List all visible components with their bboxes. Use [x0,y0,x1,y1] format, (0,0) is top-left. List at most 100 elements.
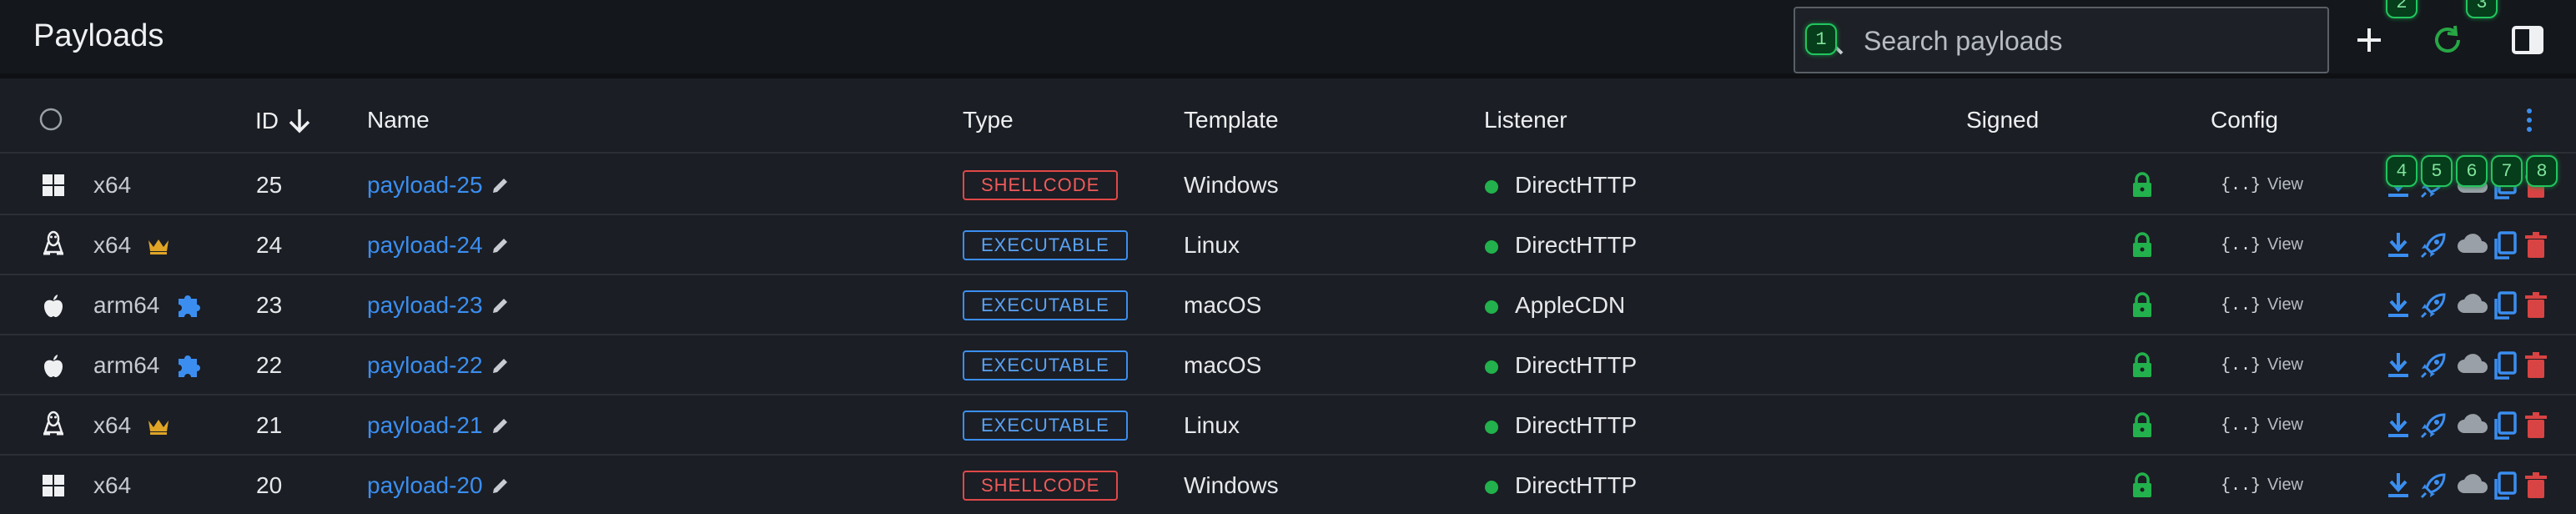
copy-icon [2491,231,2518,265]
table-row[interactable]: x64 24 payload-24 EXECUTABLE Linux DirectHTTP… [0,215,2576,275]
search-input[interactable] [1864,23,2314,58]
payload-name-link[interactable]: payload-24 [367,232,483,259]
view-config-button[interactable]: {..} View [2221,355,2303,375]
column-listener-header[interactable]: Listener [1484,107,1567,134]
upload-cloud-button[interactable] [2456,471,2489,501]
payload-name-link[interactable]: payload-25 [367,172,483,199]
delete-button[interactable] [2524,291,2548,324]
rocket-icon [2419,233,2448,263]
copy-icon [2491,471,2518,505]
edit-icon[interactable] [491,235,511,260]
payload-id: 25 [256,172,283,198]
download-icon [2386,413,2411,443]
table-row[interactable]: x64 21 payload-21 EXECUTABLE Linux DirectHTTP… [0,396,2576,456]
upload-cloud-button[interactable] [2456,411,2489,441]
column-config-header[interactable]: Config [2211,107,2278,134]
trash-icon [2524,292,2548,323]
listener-status-dot [1485,360,1498,374]
table-row[interactable]: arm64 23 payload-23 EXECUTABLE macOS AppleCDN… [0,275,2576,335]
table-row[interactable]: x64 25 payload-25 SHELLCODE Windows DirectHTT… [0,155,2576,215]
listener-status-dot [1485,481,1498,494]
cloud-icon [2456,354,2489,380]
download-button[interactable] [2386,411,2411,444]
rocket-icon [2419,173,2448,203]
download-button[interactable] [2386,231,2411,264]
braces-icon: {..} [2221,356,2262,375]
column-signed-header[interactable]: Signed [1966,107,2039,134]
braces-icon: {..} [2221,176,2262,195]
braces-icon: {..} [2221,296,2262,315]
copy-button[interactable] [2491,231,2518,265]
add-button[interactable] [2347,18,2391,62]
download-button[interactable] [2386,291,2411,324]
column-template-header[interactable]: Template [1184,107,1279,134]
delete-button[interactable] [2524,231,2548,264]
apple-icon [42,354,65,383]
deploy-button[interactable] [2419,411,2448,444]
edit-icon[interactable] [491,355,511,380]
upload-cloud-button[interactable] [2456,291,2489,320]
select-all-checkbox[interactable] [38,107,63,132]
view-config-button[interactable]: {..} View [2221,295,2303,315]
listener-label: DirectHTTP [1515,352,1638,378]
payload-name-link[interactable]: payload-23 [367,292,483,319]
view-config-button[interactable]: {..} View [2221,175,2303,195]
toggle-panel-button[interactable] [2506,18,2549,62]
deploy-button[interactable] [2419,351,2448,384]
refresh-button[interactable] [2426,18,2469,62]
trash-icon [2524,172,2548,203]
column-id-header[interactable]: ID [255,107,312,134]
edit-icon[interactable] [491,175,511,199]
view-config-button[interactable]: {..} View [2221,416,2303,436]
delete-button[interactable] [2524,411,2548,444]
payload-id: 24 [256,232,283,258]
braces-icon: {..} [2221,476,2262,496]
cloud-icon [2456,174,2489,199]
copy-button[interactable] [2491,411,2518,446]
column-name-header[interactable]: Name [367,107,430,134]
table-row[interactable]: x64 20 payload-20 SHELLCODE Windows DirectHTT… [0,456,2576,514]
copy-button[interactable] [2491,291,2518,325]
deploy-button[interactable] [2419,291,2448,324]
lock-icon [2131,292,2154,323]
column-menu-icon[interactable] [2523,107,2536,134]
hint-badge: 8 [2526,155,2558,187]
braces-icon: {..} [2221,416,2262,436]
template-label: Linux [1184,232,1240,258]
deploy-button[interactable] [2419,471,2448,504]
view-config-button[interactable]: {..} View [2221,235,2303,255]
payload-name-link[interactable]: payload-21 [367,412,483,439]
copy-button[interactable] [2491,471,2518,506]
arch-label: x64 [93,232,132,258]
payload-name-link[interactable]: payload-20 [367,472,483,499]
copy-button[interactable] [2491,351,2518,386]
deploy-button[interactable] [2419,231,2448,264]
view-config-button[interactable]: {..} View [2221,476,2303,496]
delete-button[interactable] [2524,351,2548,384]
cloud-icon [2456,234,2489,260]
delete-button[interactable] [2524,471,2548,504]
rocket-icon [2419,353,2448,383]
upload-cloud-button[interactable] [2456,231,2489,260]
hint-badge: 5 [2421,155,2453,187]
braces-icon: {..} [2221,236,2262,255]
download-button[interactable] [2386,471,2411,504]
listener-status-dot [1485,180,1498,194]
edit-icon[interactable] [491,476,511,500]
listener-label: AppleCDN [1515,292,1626,318]
cloud-icon [2456,414,2489,440]
edit-icon[interactable] [491,416,511,440]
column-type-header[interactable]: Type [963,107,1014,134]
apple-icon [42,294,65,323]
payload-name-link[interactable]: payload-22 [367,352,483,379]
table-row[interactable]: arm64 22 payload-22 EXECUTABLE macOS DirectHT… [0,335,2576,396]
listener-label: DirectHTTP [1515,472,1638,498]
listener-status-dot [1485,300,1498,314]
search-box[interactable]: 1 [1794,7,2329,73]
arch-label: x64 [93,472,132,498]
download-button[interactable] [2386,351,2411,384]
edit-icon[interactable] [491,295,511,320]
lock-icon [2131,472,2154,503]
trash-icon [2524,412,2548,443]
upload-cloud-button[interactable] [2456,351,2489,380]
